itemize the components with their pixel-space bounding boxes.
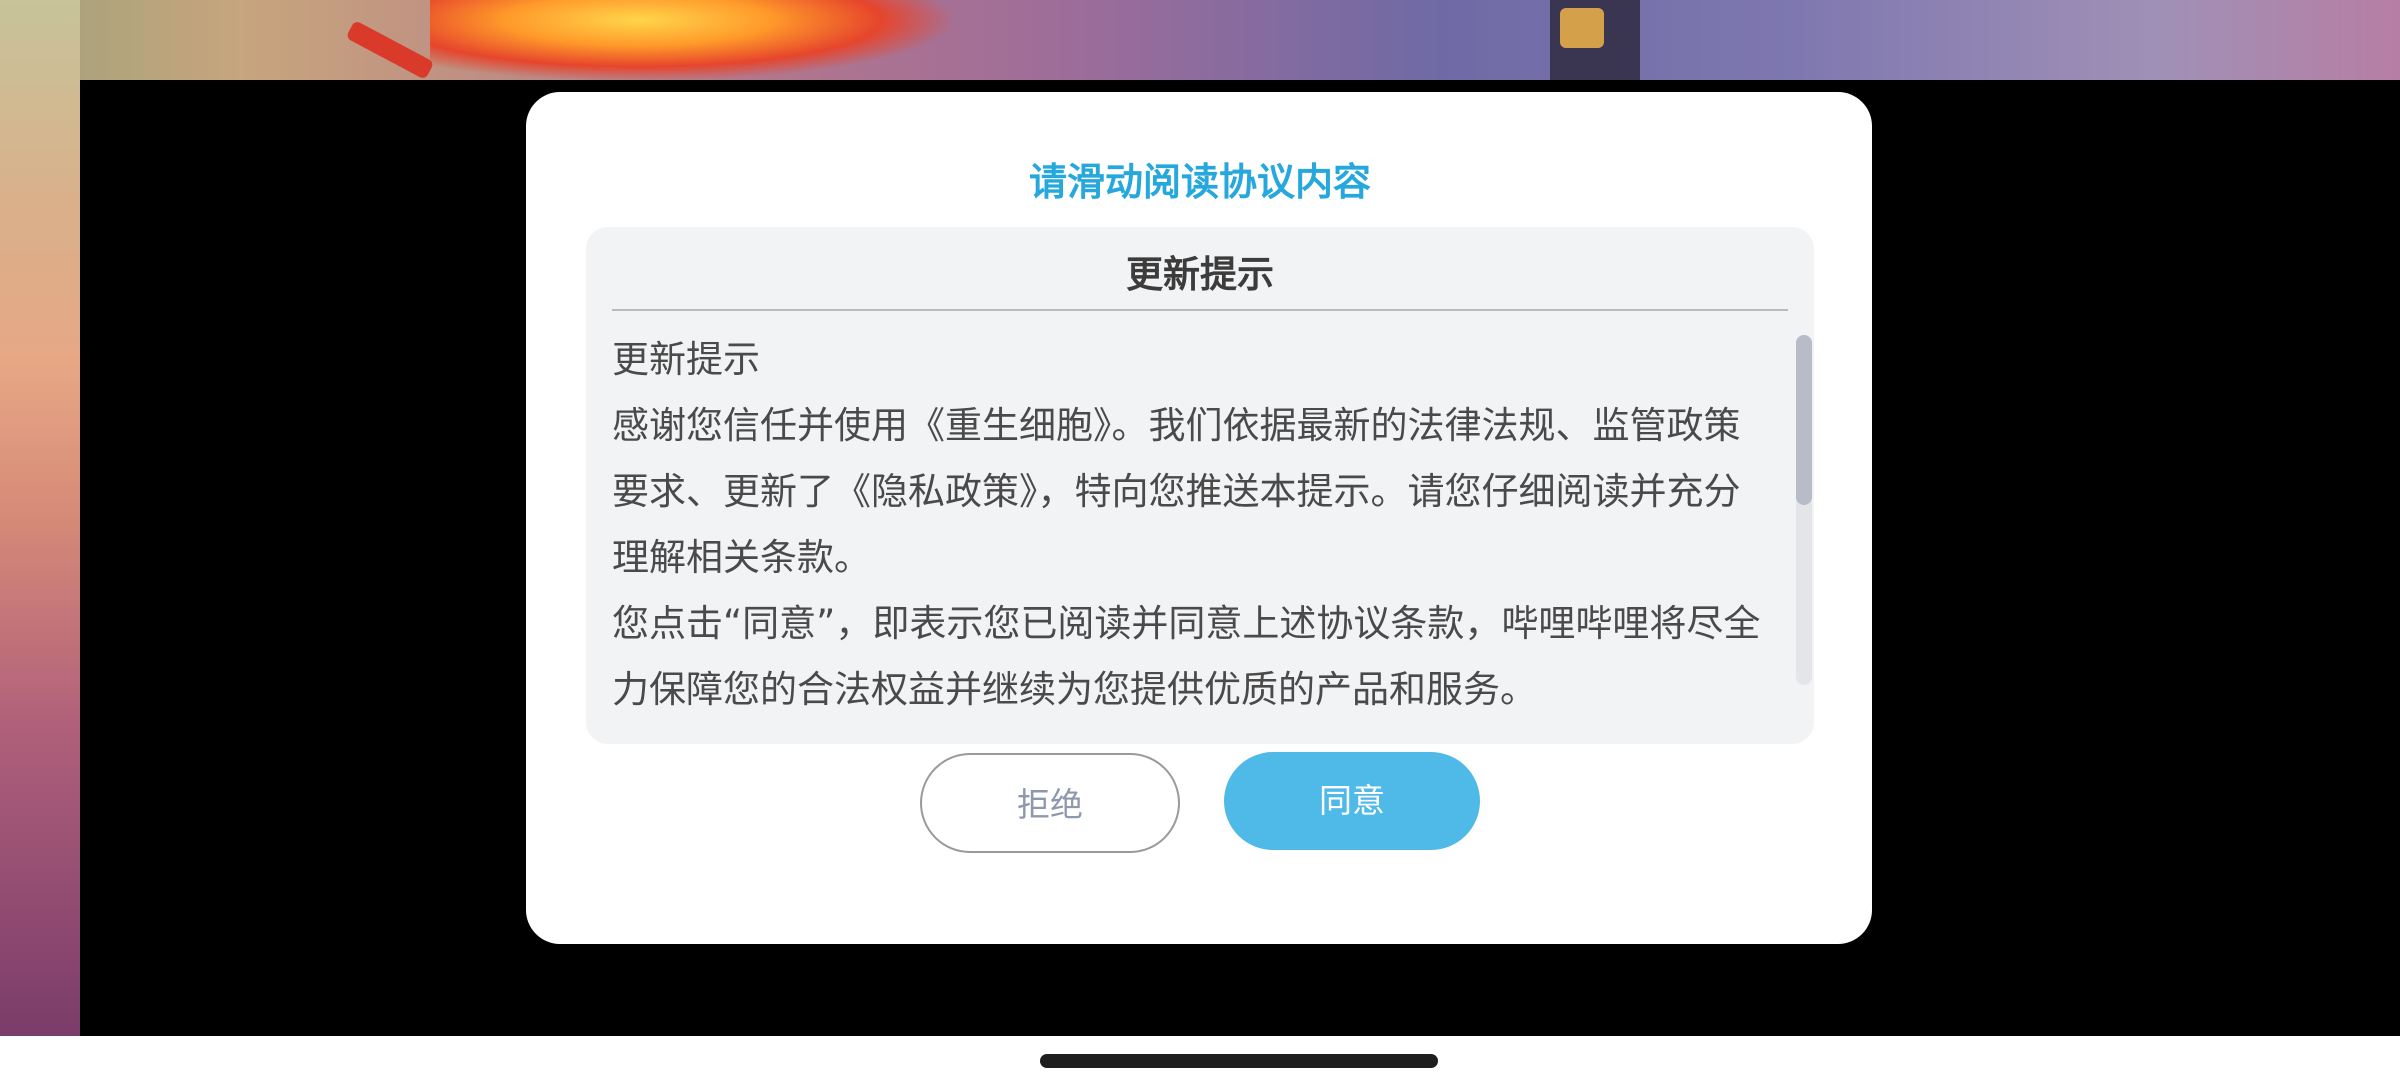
agreement-paragraph: 更新提示 (612, 338, 760, 381)
agree-button[interactable]: 同意 (1224, 752, 1480, 850)
agreement-panel: 更新提示 更新提示 感谢您信任并使用《重生细胞》。我们依据最新的法律法规、监管政… (586, 227, 1814, 744)
agreement-paragraph: 您点击“同意”，即表示您已阅读并同意上述协议条款，哔哩哔哩将尽全力保障您的合法权… (612, 602, 1761, 711)
home-indicator[interactable] (1040, 1054, 1438, 1068)
flame-art (430, 0, 950, 80)
panel-title: 更新提示 (1126, 253, 1274, 296)
tower-window-art (1560, 8, 1604, 48)
reject-button[interactable]: 拒绝 (920, 753, 1180, 853)
agreement-paragraph: 感谢您信任并使用《重生细胞》。我们依据最新的法律法规、监管政策要求、更新了《隐私… (612, 404, 1741, 579)
scrollbar-thumb[interactable] (1796, 335, 1812, 505)
agreement-text-scroll-area[interactable]: 更新提示 感谢您信任并使用《重生细胞》。我们依据最新的法律法规、监管政策要求、更… (612, 327, 1772, 719)
dialog-title: 请滑动阅读协议内容 (1028, 160, 1371, 204)
panel-divider (612, 309, 1788, 311)
